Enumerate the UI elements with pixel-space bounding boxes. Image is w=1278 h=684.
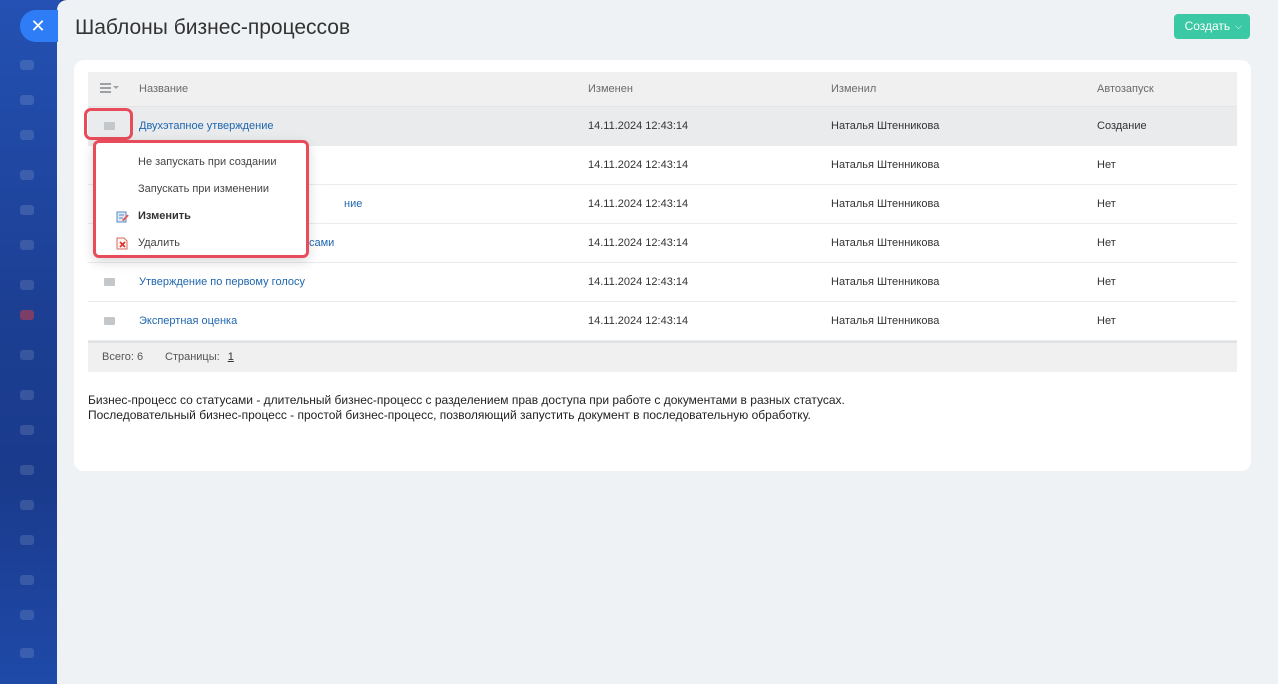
close-slider-button[interactable]: ✕ (20, 10, 58, 42)
content-card: Название Изменен Изменил Автозапуск Двух… (74, 60, 1251, 471)
total-count: Всего: 6 (102, 351, 144, 363)
create-button[interactable]: Создать ⌵ (1173, 14, 1250, 39)
sidebar-bg-icon (20, 240, 34, 250)
row-context-menu: Не запускать при создании Запускать при … (93, 140, 309, 258)
sidebar-bg-icon (20, 310, 34, 320)
sidebar-bg-icon (20, 425, 34, 435)
description-notes: Бизнес-процесс со статусами - длительный… (88, 393, 845, 423)
autostart-value: Нет (1097, 159, 1116, 171)
template-name-link[interactable]: сами (309, 224, 334, 263)
modified-date: 14.11.2024 12:43:14 (588, 276, 689, 288)
background-sidebar (0, 0, 60, 684)
modified-by: Наталья Штенникова (831, 159, 940, 171)
table-row: Экспертная оценка 14.11.2024 12:43:14 На… (88, 302, 1237, 341)
sidebar-bg-icon (20, 280, 34, 290)
column-header-name[interactable]: Название (139, 72, 188, 107)
note-line: Бизнес-процесс со статусами - длительный… (88, 393, 845, 407)
modified-by: Наталья Штенникова (831, 237, 940, 249)
pagination: Страницы: 1 (165, 343, 234, 372)
menu-item-label: Изменить (138, 210, 191, 222)
delete-icon (116, 237, 128, 250)
sidebar-bg-icon (20, 350, 34, 360)
slider-panel: Шаблоны бизнес-процессов Создать ⌵ Назван… (57, 0, 1278, 684)
sidebar-bg-icon (20, 465, 34, 475)
menu-item-label: Не запускать при создании (138, 156, 277, 168)
edit-pencil-icon (116, 211, 129, 223)
row-menu-icon[interactable] (104, 317, 115, 325)
menu-item-label: Запускать при изменении (138, 183, 270, 195)
sidebar-bg-icon (20, 500, 34, 510)
sidebar-bg-icon (20, 575, 34, 585)
template-name-link[interactable]: ние (344, 185, 362, 224)
autostart-value: Нет (1097, 237, 1116, 249)
sidebar-bg-icon (20, 60, 34, 70)
modified-date: 14.11.2024 12:43:14 (588, 237, 689, 249)
sidebar-bg-icon (20, 130, 34, 140)
modified-date: 14.11.2024 12:43:14 (588, 120, 689, 132)
template-name-link[interactable]: Утверждение по первому голосу (139, 263, 305, 302)
autostart-value: Создание (1097, 120, 1147, 132)
modified-date: 14.11.2024 12:43:14 (588, 315, 689, 327)
sidebar-bg-icon (20, 648, 34, 658)
page-link[interactable]: 1 (228, 351, 234, 363)
sidebar-bg-icon (20, 610, 34, 620)
menu-item-edit[interactable]: Изменить (96, 203, 306, 230)
menu-item-label: Удалить (138, 237, 180, 249)
list-settings-icon[interactable] (100, 83, 119, 95)
modified-date: 14.11.2024 12:43:14 (588, 159, 689, 171)
grid-footer: Всего: 6 Страницы: 1 (88, 341, 1237, 372)
pages-label: Страницы: (165, 351, 220, 363)
sidebar-bg-icon (20, 170, 34, 180)
menu-item-start-on-change[interactable]: Запускать при изменении (96, 176, 306, 203)
chevron-down-icon: ⌵ (1235, 21, 1242, 31)
column-header-modified[interactable]: Изменен (588, 72, 633, 107)
modified-by: Наталья Штенникова (831, 276, 940, 288)
modified-by: Наталья Штенникова (831, 120, 940, 132)
row-menu-icon[interactable] (104, 278, 115, 286)
autostart-value: Нет (1097, 315, 1116, 327)
menu-item-delete[interactable]: Удалить (96, 230, 306, 257)
page-title: Шаблоны бизнес-процессов (75, 16, 351, 39)
sidebar-bg-icon (20, 390, 34, 400)
close-icon: ✕ (30, 16, 46, 36)
modified-by: Наталья Штенникова (831, 198, 940, 210)
modified-date: 14.11.2024 12:43:14 (588, 198, 689, 210)
menu-item-disable-start-on-create[interactable]: Не запускать при создании (96, 149, 306, 176)
grid-header: Название Изменен Изменил Автозапуск (88, 72, 1237, 107)
autostart-value: Нет (1097, 276, 1116, 288)
sidebar-bg-icon (20, 95, 34, 105)
note-line: Последовательный бизнес-процесс - просто… (88, 408, 811, 422)
modified-by: Наталья Штенникова (831, 315, 940, 327)
table-row: Утверждение по первому голосу 14.11.2024… (88, 263, 1237, 302)
sidebar-bg-icon (20, 535, 34, 545)
column-header-modified-by[interactable]: Изменил (831, 72, 876, 107)
sidebar-bg-icon (20, 205, 34, 215)
column-header-autostart[interactable]: Автозапуск (1097, 72, 1154, 107)
create-button-label: Создать (1184, 19, 1231, 33)
row-menu-icon[interactable] (104, 122, 115, 130)
template-name-link[interactable]: Экспертная оценка (139, 302, 237, 341)
autostart-value: Нет (1097, 198, 1116, 210)
